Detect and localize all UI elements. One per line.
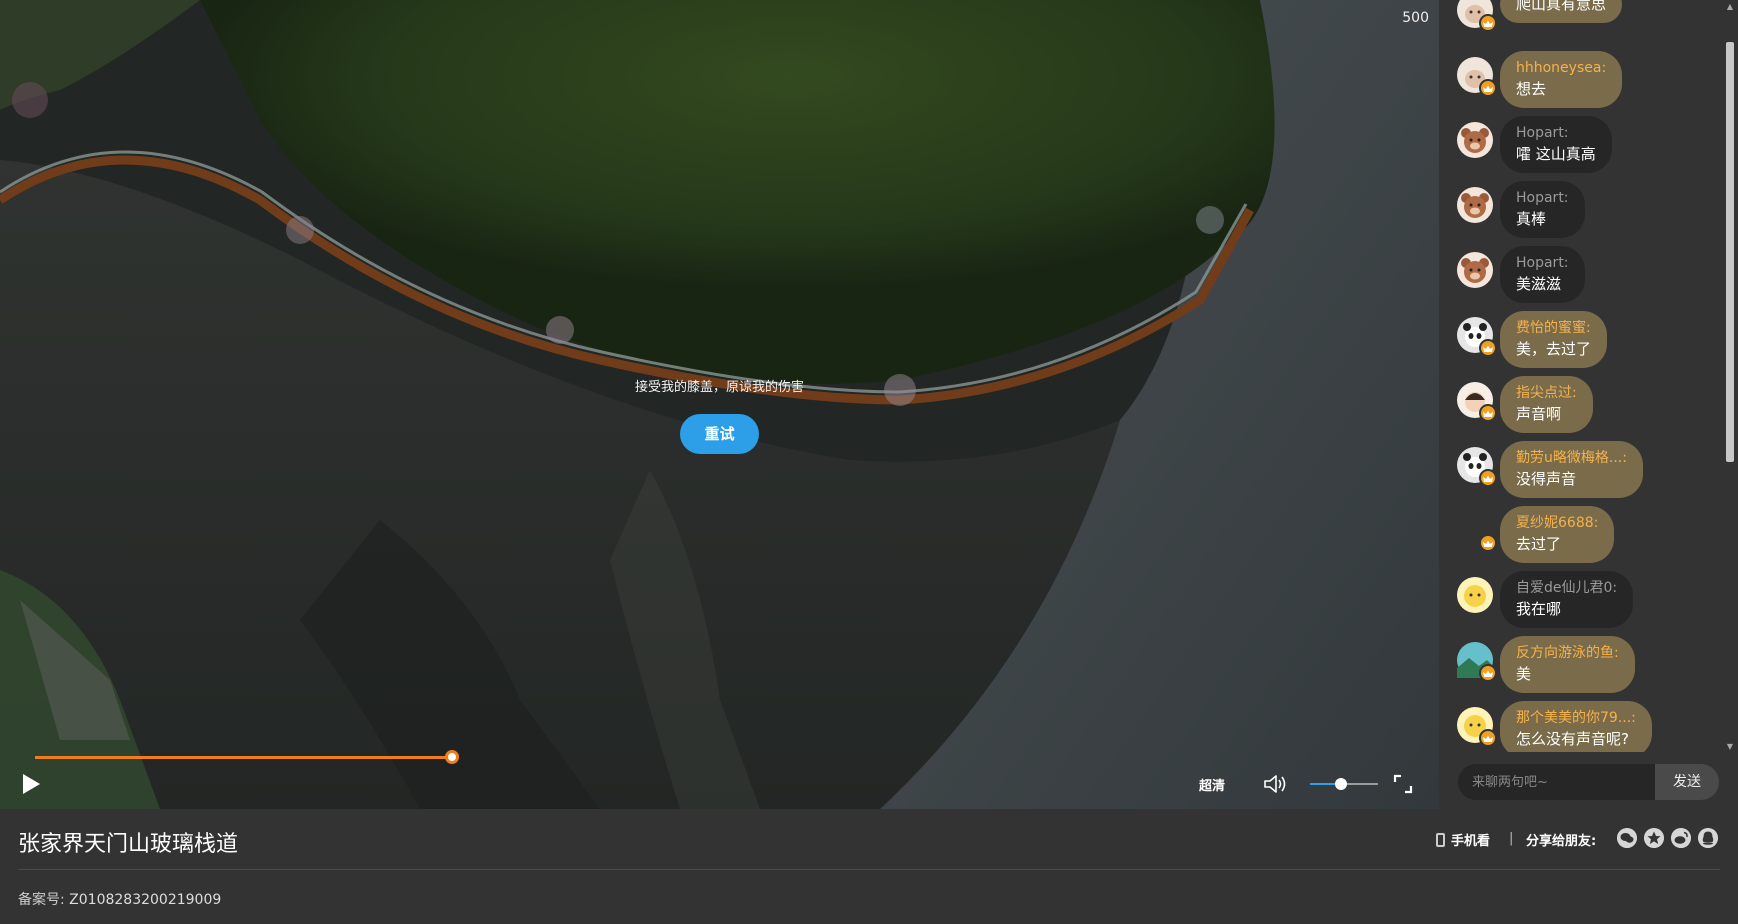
mobile-watch-button[interactable]: 手机看: [1436, 830, 1490, 849]
record-label: 备案号:: [18, 892, 65, 908]
chat-text: 怎么没有声音呢?: [1516, 730, 1629, 748]
wechat-icon[interactable]: [1617, 828, 1637, 848]
fullscreen-icon[interactable]: [1393, 774, 1413, 794]
quality-button[interactable]: 超清: [1199, 775, 1225, 794]
video-player[interactable]: 500 接受我的膝盖，原谅我的伤害 重试 超清: [0, 0, 1439, 809]
chat-scrollbar[interactable]: ▲ ▼: [1724, 2, 1736, 751]
vip-crown-icon: [1479, 14, 1497, 32]
chat-username[interactable]: 勤劳u略微梅格...:: [1516, 448, 1627, 468]
chat-bubble: hhhoneysea: 想去: [1500, 51, 1623, 108]
chat-username[interactable]: 费怡的蜜蜜:: [1516, 318, 1591, 338]
chat-text: 我在哪: [1516, 600, 1562, 618]
page: 500 接受我的膝盖，原谅我的伤害 重试 超清 爬山真有意思 hhhoneysea…: [0, 0, 1738, 924]
phone-icon: [1436, 833, 1445, 847]
chat-username[interactable]: Hopart:: [1516, 253, 1569, 273]
chat-username[interactable]: Hopart:: [1516, 188, 1569, 208]
qq-icon[interactable]: [1698, 828, 1718, 848]
chat-text: 真棒: [1516, 210, 1547, 228]
bear-avatar[interactable]: [1457, 252, 1493, 288]
chat-input[interactable]: [1458, 764, 1655, 800]
chat-bubble: 费怡的蜜蜜: 美，去过了: [1500, 311, 1608, 368]
bear-avatar[interactable]: [1457, 187, 1493, 223]
landscape-avatar[interactable]: [1457, 642, 1497, 682]
vip-crown-icon: [1479, 534, 1497, 552]
scroll-thumb[interactable]: [1726, 42, 1734, 462]
chat-bubble: 那个美美的你79...: 怎么没有声音呢?: [1500, 701, 1652, 752]
chat-username[interactable]: 指尖点过:: [1516, 383, 1577, 403]
chat-text: 想去: [1516, 80, 1547, 98]
yellow-avatar[interactable]: [1457, 707, 1497, 747]
chat-list[interactable]: 爬山真有意思 hhhoneysea: 想去 Hopart: 嚯 这山真高 Hopart: 真…: [1439, 0, 1721, 752]
chat-bubble: 爬山真有意思: [1500, 0, 1623, 23]
chat-username[interactable]: 那个美美的你79...:: [1516, 708, 1636, 728]
cat-avatar[interactable]: [1457, 57, 1497, 97]
girl-avatar[interactable]: [1457, 382, 1497, 422]
chat-text: 美，去过了: [1516, 340, 1592, 358]
chat-username[interactable]: Hopart:: [1516, 123, 1596, 143]
chat-panel: 爬山真有意思 hhhoneysea: 想去 Hopart: 嚯 这山真高 Hopart: 真…: [1439, 0, 1738, 809]
chat-text: 美滋滋: [1516, 275, 1562, 293]
scroll-down-icon[interactable]: ▼: [1726, 742, 1734, 751]
video-frame: [0, 0, 1439, 809]
avatar-placeholder[interactable]: [1457, 512, 1497, 552]
vip-crown-icon: [1479, 664, 1497, 682]
record-number: Z0108283200219009: [69, 892, 222, 908]
mobile-watch-label: 手机看: [1451, 834, 1491, 849]
chat-text: 爬山真有意思: [1516, 0, 1607, 13]
progress-fill: [35, 756, 452, 759]
progress-bar[interactable]: [35, 750, 459, 764]
cat-avatar[interactable]: [1457, 0, 1497, 32]
retry-button[interactable]: 重试: [680, 414, 759, 454]
volume-icon[interactable]: [1262, 772, 1288, 796]
vip-crown-icon: [1479, 339, 1497, 357]
share-label: 分享给朋友:: [1526, 834, 1597, 849]
play-icon[interactable]: [20, 772, 42, 796]
scroll-up-icon[interactable]: ▲: [1726, 2, 1734, 11]
chat-bubble: 自爱de仙儿君0: 我在哪: [1500, 571, 1634, 628]
info-bar: 张家界天门山玻璃栈道 手机看 | 分享给朋友: 备案号: Z0108283200…: [0, 809, 1738, 924]
chat-bubble: Hopart: 真棒: [1500, 181, 1585, 238]
viewer-counter: 500: [1402, 10, 1429, 26]
divider: [18, 869, 1720, 870]
chat-text: 声音啊: [1516, 405, 1562, 423]
chat-text: 没得声音: [1516, 470, 1577, 488]
qzone-icon[interactable]: [1644, 828, 1664, 848]
chat-text: 美: [1516, 665, 1532, 683]
chat-text: 去过了: [1516, 535, 1562, 553]
chat-username[interactable]: 自爱de仙儿君0:: [1516, 578, 1617, 598]
progress-handle[interactable]: [445, 750, 459, 764]
chat-bubble: 反方向游泳的鱼: 美: [1500, 636, 1635, 693]
vip-crown-icon: [1479, 79, 1497, 97]
yellow-avatar[interactable]: [1457, 577, 1493, 613]
chat-bubble: 勤劳u略微梅格...: 没得声音: [1500, 441, 1643, 498]
panda-avatar[interactable]: [1457, 317, 1497, 357]
vip-crown-icon: [1479, 404, 1497, 422]
chat-bubble: 指尖点过: 声音啊: [1500, 376, 1593, 433]
chat-bubble: Hopart: 嚯 这山真高: [1500, 116, 1612, 173]
vip-crown-icon: [1479, 729, 1497, 747]
volume-slider[interactable]: [1310, 778, 1378, 790]
separator: |: [1509, 831, 1514, 846]
page-title: 张家界天门山玻璃栈道: [18, 832, 239, 857]
chat-text: 嚯 这山真高: [1516, 145, 1596, 163]
chat-username[interactable]: 反方向游泳的鱼:: [1516, 643, 1619, 663]
error-message: 接受我的膝盖，原谅我的伤害: [634, 380, 804, 395]
panda-avatar[interactable]: [1457, 447, 1497, 487]
bear-avatar[interactable]: [1457, 122, 1493, 158]
chat-bubble: 夏纱妮6688: 去过了: [1500, 506, 1615, 563]
record-info: 备案号: Z0108283200219009: [18, 889, 221, 909]
vip-crown-icon: [1479, 469, 1497, 487]
send-button[interactable]: 发送: [1655, 764, 1719, 800]
weibo-icon[interactable]: [1671, 828, 1691, 848]
chat-username[interactable]: 夏纱妮6688:: [1516, 513, 1598, 533]
chat-username[interactable]: hhhoneysea:: [1516, 58, 1606, 78]
chat-bubble: Hopart: 美滋滋: [1500, 246, 1585, 303]
